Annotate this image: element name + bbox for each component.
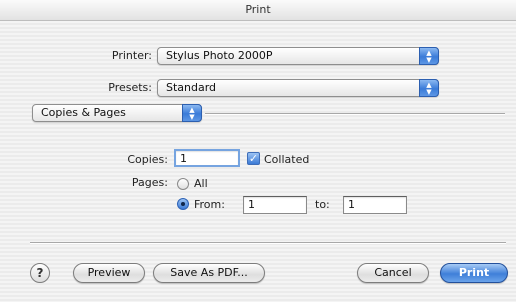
- presets-popup[interactable]: Standard ▲ ▼: [157, 79, 439, 97]
- pages-from-label: From:: [194, 198, 225, 211]
- cancel-button[interactable]: Cancel: [357, 263, 429, 283]
- help-button[interactable]: ?: [30, 263, 50, 283]
- panel-value: Copies & Pages: [41, 106, 126, 119]
- copies-field[interactable]: 1: [174, 149, 240, 167]
- pages-from-field[interactable]: 1: [243, 196, 307, 214]
- copies-label: Copies:: [127, 153, 168, 166]
- collated-label: Collated: [264, 153, 310, 166]
- presets-label: Presets:: [108, 81, 152, 94]
- presets-value: Standard: [166, 81, 217, 94]
- panel-separator-right: [205, 113, 505, 115]
- preview-button[interactable]: Preview: [73, 263, 145, 283]
- save-as-pdf-button[interactable]: Save As PDF...: [153, 263, 265, 283]
- pages-to-label: to:: [315, 198, 330, 211]
- printer-popup[interactable]: Stylus Photo 2000P ▲ ▼: [157, 47, 439, 65]
- pages-all-label: All: [194, 177, 208, 190]
- pages-label: Pages:: [131, 176, 168, 189]
- panel-popup[interactable]: Copies & Pages ▲ ▼: [32, 104, 202, 122]
- printer-value: Stylus Photo 2000P: [166, 49, 273, 62]
- window-title: Print: [0, 0, 516, 21]
- pages-to-field[interactable]: 1: [343, 196, 407, 214]
- printer-label: Printer:: [111, 49, 152, 62]
- print-button[interactable]: Print: [440, 263, 508, 283]
- pages-all-radio[interactable]: [177, 178, 189, 190]
- popup-arrows-icon: ▲ ▼: [182, 104, 202, 122]
- bottom-separator: [30, 242, 506, 244]
- popup-arrows-icon: ▲ ▼: [419, 79, 439, 97]
- pages-from-radio[interactable]: [177, 198, 189, 210]
- collated-checkbox[interactable]: ✓: [247, 152, 260, 165]
- popup-arrows-icon: ▲ ▼: [419, 47, 439, 65]
- print-dialog-sheet: Printer: Stylus Photo 2000P ▲ ▼ Presets: …: [0, 21, 516, 302]
